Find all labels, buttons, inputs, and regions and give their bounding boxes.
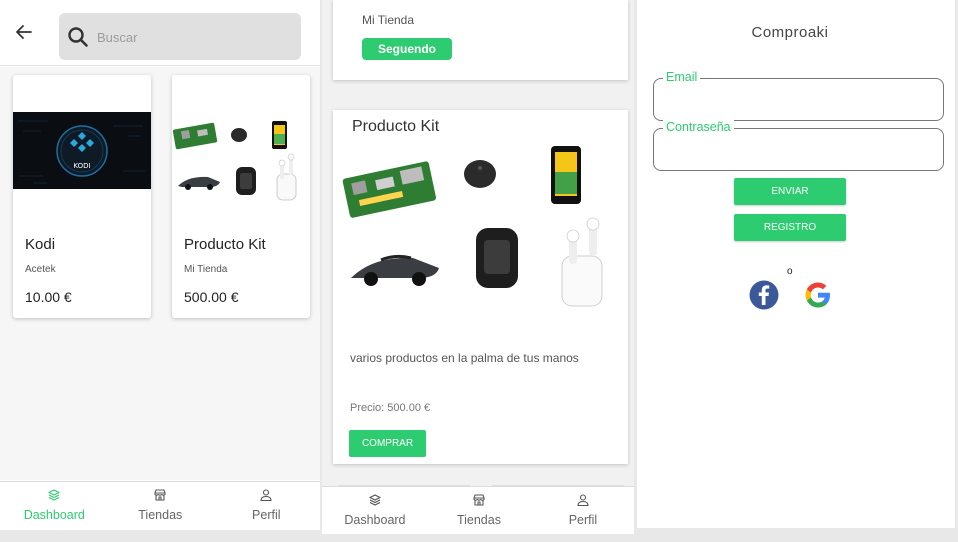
product-name: Producto Kit: [184, 236, 266, 253]
search-input[interactable]: [97, 26, 287, 48]
back-arrow-icon[interactable]: [14, 22, 34, 42]
bottom-navigation: Dashboard Tiendas Perfil: [0, 481, 320, 530]
nav-label: Dashboard: [344, 513, 406, 527]
product-price: 500.00 €: [184, 289, 239, 305]
nav-tiendas[interactable]: Tiendas: [427, 487, 531, 534]
google-icon[interactable]: [803, 280, 833, 310]
search-icon: [68, 27, 88, 47]
follow-button[interactable]: Seguendo: [362, 38, 452, 60]
product-card-kit[interactable]: Producto Kit Mi Tienda 500.00 €: [172, 75, 310, 318]
product-detail-screen: Mi Tienda Seguendo Producto Kit varios p…: [322, 0, 634, 534]
product-detail-card: Producto Kit varios productos en la palm…: [333, 110, 628, 464]
or-separator: o: [787, 266, 793, 277]
login-screen: Comproaki Email Contraseña ENVIAR REGIST…: [637, 0, 955, 528]
password-field[interactable]: Contraseña: [653, 120, 944, 171]
nav-dashboard[interactable]: Dashboard: [1, 482, 108, 530]
user-icon: [577, 494, 589, 507]
kodi-logo-image: KODI: [13, 112, 151, 189]
nav-label: Tiendas: [456, 513, 501, 527]
product-description: varios productos en la palma de tus mano…: [350, 351, 579, 365]
product-store: Acetek: [25, 264, 56, 275]
nav-label: Tiendas: [138, 508, 183, 522]
layers-icon: [48, 489, 60, 501]
product-store: Mi Tienda: [184, 264, 228, 275]
nav-perfil[interactable]: Perfil: [531, 487, 634, 534]
gadgets-kit-image: [172, 121, 297, 201]
dashboard-screen: KODI Kodi Acetek 10.00 €: [0, 0, 320, 530]
product-title: Producto Kit: [352, 118, 440, 135]
product-name: Kodi: [25, 236, 56, 253]
buy-button[interactable]: COMPRAR: [349, 430, 426, 457]
store-card: Mi Tienda Seguendo: [333, 0, 628, 80]
app-title: Comproaki: [751, 24, 829, 41]
user-icon: [260, 489, 272, 502]
email-input[interactable]: [664, 91, 929, 111]
product-card-kodi[interactable]: KODI Kodi Acetek 10.00 €: [13, 75, 151, 318]
gadgets-kit-image: [342, 146, 603, 307]
svg-text:KODI: KODI: [73, 162, 90, 170]
search-bar[interactable]: [59, 13, 301, 60]
submit-button[interactable]: ENVIAR: [734, 178, 846, 205]
top-bar: [0, 0, 320, 66]
bottom-navigation: Dashboard Tiendas Perfil: [322, 486, 634, 534]
email-field[interactable]: Email: [653, 70, 944, 121]
password-input[interactable]: [664, 141, 929, 161]
register-button[interactable]: REGISTRO: [734, 214, 846, 241]
store-icon: [473, 494, 485, 506]
nav-perfil[interactable]: Perfil: [213, 482, 320, 530]
nav-label: Dashboard: [23, 508, 85, 522]
password-label: Contraseña: [663, 120, 734, 134]
layers-icon: [369, 494, 381, 506]
product-price: 10.00 €: [25, 289, 72, 305]
email-label: Email: [663, 70, 701, 84]
nav-dashboard[interactable]: Dashboard: [323, 487, 427, 534]
store-icon: [154, 489, 166, 501]
product-grid: KODI Kodi Acetek 10.00 € Producto Kit Mi…: [0, 67, 320, 480]
nav-tiendas[interactable]: Tiendas: [107, 482, 214, 530]
product-price: Precio: 500.00 €: [350, 402, 431, 414]
store-name: Mi Tienda: [362, 13, 415, 27]
nav-label: Perfil: [568, 513, 598, 527]
facebook-icon[interactable]: [749, 280, 779, 310]
nav-label: Perfil: [252, 508, 281, 522]
